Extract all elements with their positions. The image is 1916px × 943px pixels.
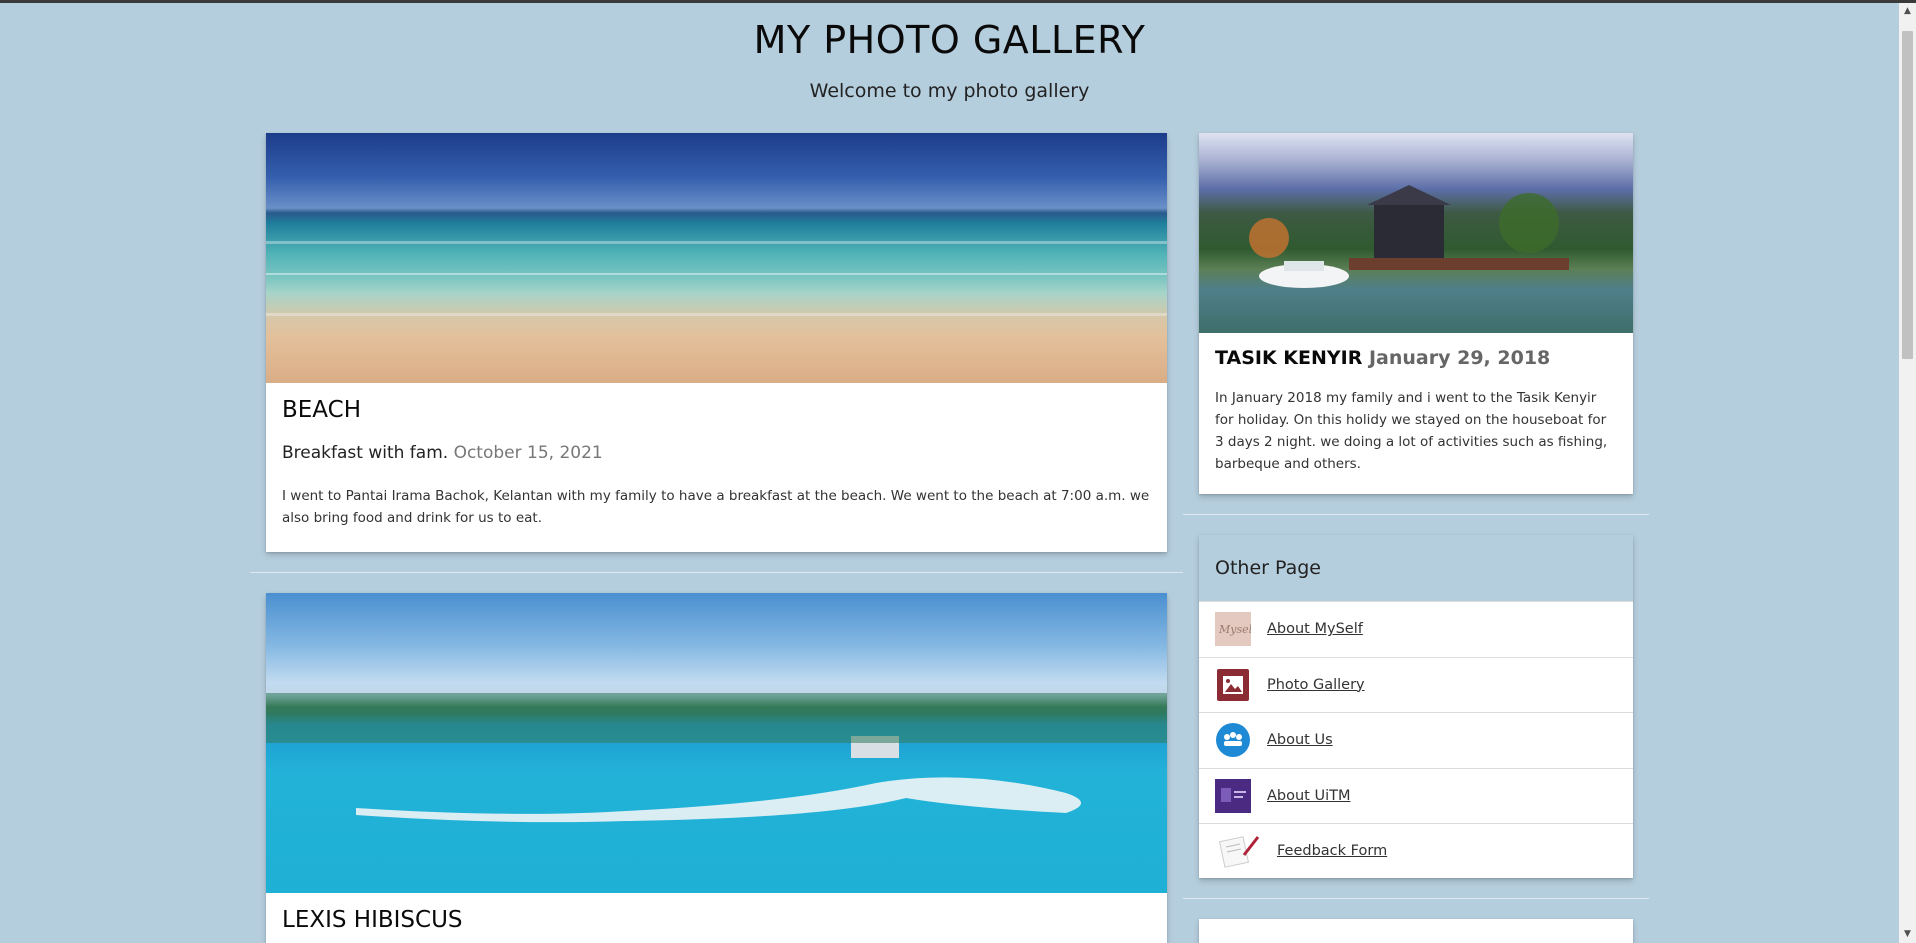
window-top-border	[0, 0, 1916, 3]
divider	[250, 572, 1183, 573]
feature-heading: TASIK KENYIR January 29, 2018	[1215, 347, 1617, 369]
link-about-uitm[interactable]: About UiTM	[1199, 767, 1633, 824]
myself-thumbnail-icon: Myself	[1215, 612, 1251, 647]
divider	[1183, 898, 1649, 899]
sidebar-card-partial	[1199, 919, 1633, 943]
feature-card-tasik-kenyir: TASIK KENYIR January 29, 2018 In January…	[1199, 133, 1633, 494]
feature-date: January 29, 2018	[1368, 347, 1551, 369]
resort-villas-graphic	[266, 693, 1167, 823]
lexis-photo	[266, 593, 1167, 893]
uitm-icon	[1215, 778, 1251, 813]
post-date: October 15, 2021	[453, 443, 603, 463]
link-label[interactable]: About Us	[1267, 732, 1333, 748]
vertical-scrollbar[interactable]: ▲ ▼	[1899, 3, 1916, 943]
post-title: BEACH	[282, 397, 361, 423]
tasik-kenyir-photo	[1199, 133, 1633, 333]
page-subtitle: Welcome to my photo gallery	[809, 80, 1090, 102]
divider	[1183, 514, 1649, 515]
post-card-beach: BEACH Breakfast with fam. October 15, 20…	[266, 133, 1167, 552]
scroll-down-icon[interactable]: ▼	[1899, 926, 1916, 943]
link-label[interactable]: About MySelf	[1267, 621, 1363, 637]
scroll-up-icon[interactable]: ▲	[1899, 3, 1916, 20]
link-label[interactable]: About UiTM	[1267, 788, 1351, 804]
post-text: I went to Pantai Irama Bachok, Kelantan …	[282, 488, 1150, 526]
feature-title: TASIK KENYIR	[1215, 347, 1363, 369]
page-title: MY PHOTO GALLERY	[753, 18, 1146, 62]
about-us-icon	[1215, 723, 1251, 758]
link-about-myself[interactable]: Myself About MySelf	[1199, 601, 1633, 657]
other-pages-heading: Other Page	[1199, 535, 1633, 601]
scrollbar-thumb[interactable]	[1902, 31, 1913, 359]
link-photo-gallery[interactable]: Photo Gallery	[1199, 656, 1633, 713]
feedback-form-icon	[1215, 834, 1261, 869]
link-label[interactable]: Photo Gallery	[1267, 677, 1365, 693]
post-card-lexis: LEXIS HIBISCUS	[266, 593, 1167, 943]
beach-photo	[266, 133, 1167, 383]
post-meta: Breakfast with fam. October 15, 2021	[282, 443, 1151, 463]
other-pages-panel: Other Page Myself About MySelf Photo Gal…	[1199, 535, 1633, 878]
link-label[interactable]: Feedback Form	[1277, 843, 1387, 859]
feature-text: In January 2018 my family and i went to …	[1215, 390, 1608, 472]
page-header: MY PHOTO GALLERY Welcome to my photo gal…	[0, 18, 1899, 102]
post-title: LEXIS HIBISCUS	[282, 907, 463, 933]
link-feedback-form[interactable]: Feedback Form	[1199, 823, 1633, 878]
link-about-us[interactable]: About Us	[1199, 712, 1633, 768]
post-caption: Breakfast with fam.	[282, 443, 449, 463]
svg-text:Myself: Myself	[1218, 623, 1251, 636]
photo-gallery-icon	[1215, 668, 1251, 702]
houseboat-graphic	[1249, 185, 1569, 288]
